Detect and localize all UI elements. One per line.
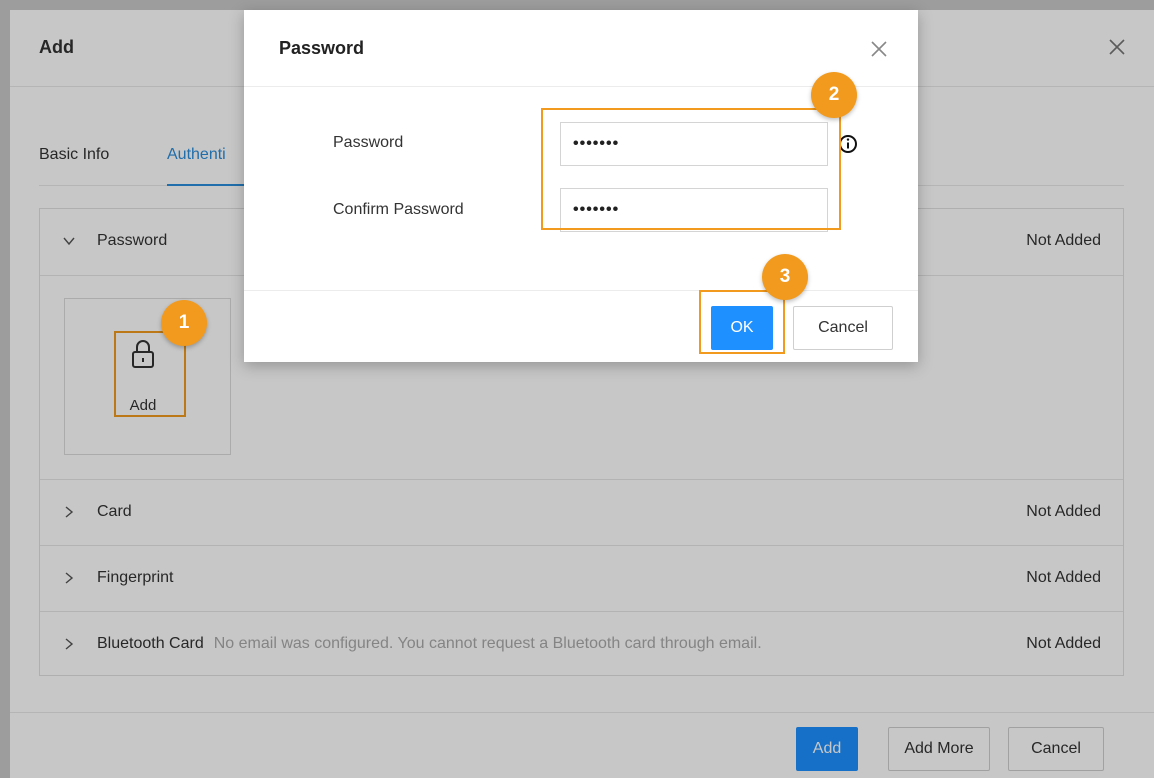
confirm-password-label: Confirm Password — [333, 201, 464, 218]
step-badge-3: 3 — [762, 254, 808, 300]
password-label: Password — [333, 134, 404, 151]
highlight-box — [699, 290, 785, 354]
step-badge-2: 2 — [811, 72, 857, 118]
close-icon[interactable] — [868, 38, 890, 60]
info-icon[interactable] — [838, 134, 858, 154]
modal-title: Password — [279, 38, 365, 58]
highlight-box — [541, 108, 841, 230]
password-modal: Password Password ••••••• Confirm Passwo… — [244, 10, 918, 362]
step-badge-1: 1 — [161, 300, 207, 346]
cancel-button[interactable]: Cancel — [793, 306, 893, 350]
divider — [244, 290, 918, 291]
